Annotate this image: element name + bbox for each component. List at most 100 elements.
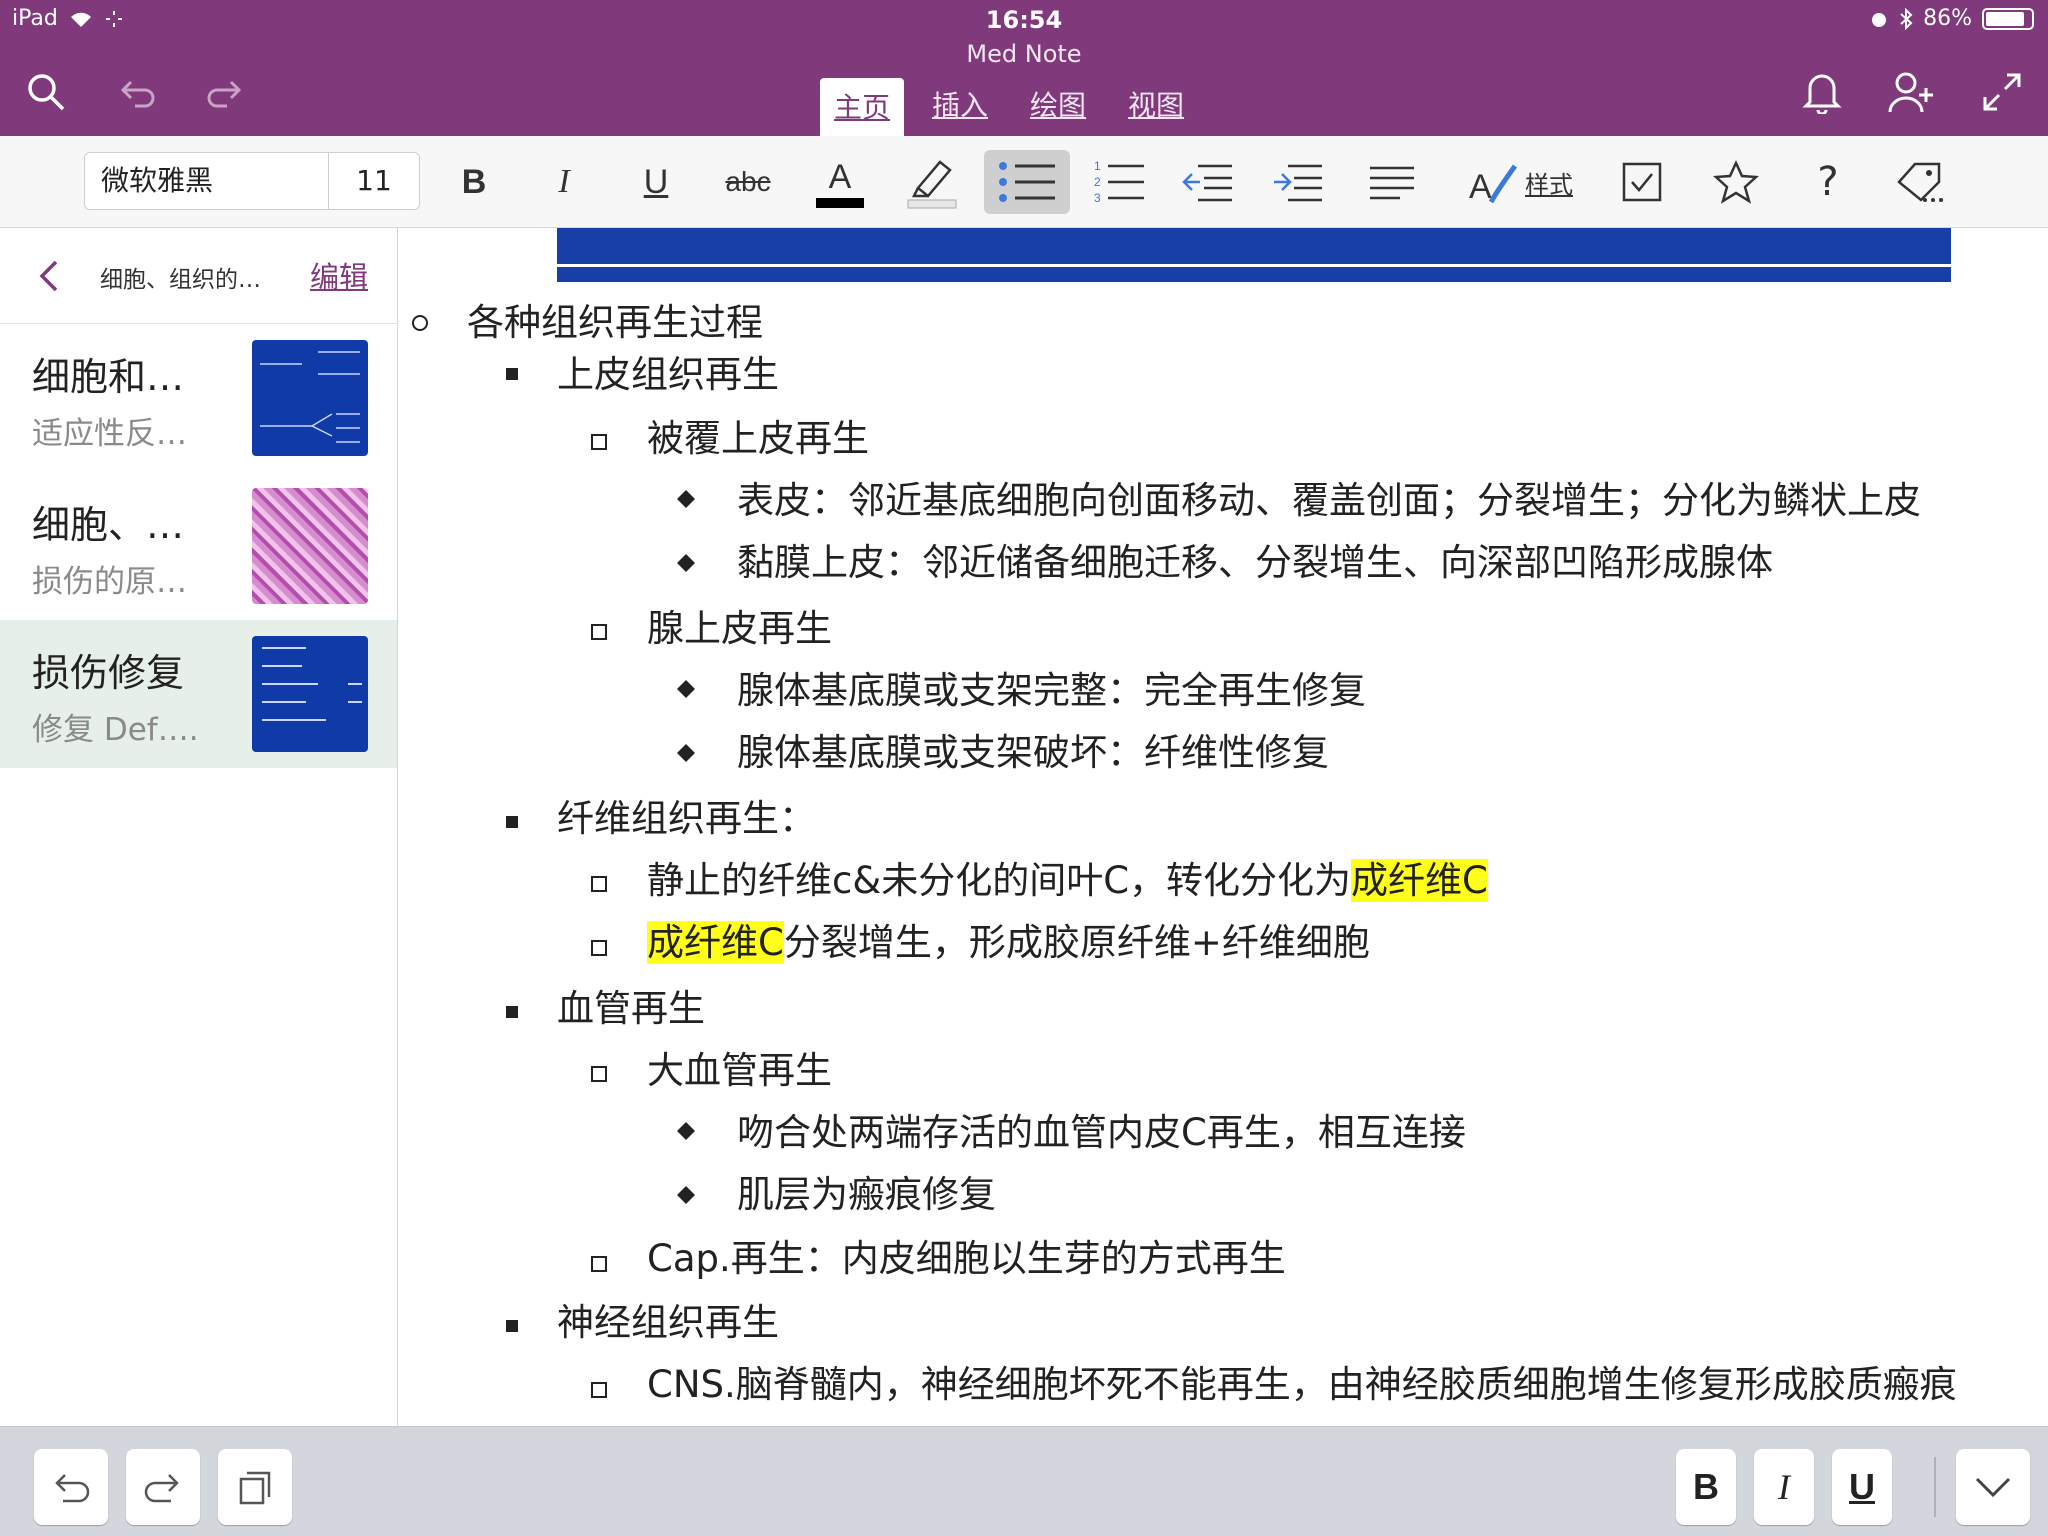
tag-icon[interactable] (1888, 150, 1952, 214)
battery-fill (1986, 11, 2024, 26)
svg-text:2: 2 (1094, 175, 1101, 189)
outline-item-nerve[interactable]: 神经组织再生 (557, 1298, 779, 1348)
help-icon[interactable]: ? (1796, 150, 1860, 214)
hollow-square-bullet-icon (591, 1256, 607, 1272)
page-title: 细胞、… (32, 503, 185, 547)
svg-text:3: 3 (1094, 191, 1101, 205)
keyboard-accessory-bar: B I U (0, 1426, 2048, 1536)
hollow-square-bullet-icon (591, 624, 607, 640)
chevron-down-icon[interactable] (1956, 1449, 2030, 1525)
fibroblast-origin-text: 静止的纤维c&未分化的间叶C，转化分化为 (647, 859, 1352, 902)
undo-icon[interactable] (110, 66, 162, 118)
tab-view[interactable]: 视图 (1114, 78, 1198, 136)
underline-key[interactable]: U (1832, 1449, 1892, 1525)
page-title: 损伤修复 (32, 651, 185, 695)
bluetooth-icon (1900, 7, 1913, 30)
sidebar-header: 细胞、组织的… 编辑 (0, 228, 397, 324)
font-size[interactable]: 11 (329, 153, 419, 209)
outline-item-fibroblast-origin[interactable]: 静止的纤维c&未分化的间叶C，转化分化为成纤维C (647, 856, 1488, 906)
tab-home[interactable]: 主页 (820, 78, 905, 136)
diamond-bullet-icon (677, 1122, 695, 1140)
outline-item-anastomosis[interactable]: 吻合处两端存活的血管内皮C再生，相互连接 (737, 1108, 1466, 1158)
outline-item-fibroblast-proliferation[interactable]: 成纤维C分裂增生，形成胶原纤维+纤维细胞 (647, 918, 1370, 968)
back-chevron-icon[interactable] (28, 254, 72, 298)
outline-item-glandular[interactable]: 腺上皮再生 (647, 604, 832, 654)
increase-indent-icon[interactable] (1266, 150, 1330, 214)
banner-rule (557, 264, 1951, 267)
decrease-indent-icon[interactable] (1176, 150, 1240, 214)
align-icon[interactable] (1360, 150, 1424, 214)
svg-text:1: 1 (1094, 159, 1101, 173)
square-bullet-icon (506, 368, 518, 380)
hollow-square-bullet-icon (591, 876, 607, 892)
outline-item-fibrous[interactable]: 纤维组织再生： (557, 794, 816, 844)
highlighted-text: 成纤维C (647, 921, 784, 964)
outline-item-mucosa[interactable]: 黏膜上皮：邻近储备细胞迁移、分裂增生、向深部凹陷形成腺体 (737, 538, 1773, 588)
redo-icon[interactable] (126, 1449, 200, 1525)
styles-label: 样式 (1525, 170, 1573, 199)
fullscreen-icon[interactable] (1976, 66, 2028, 118)
todo-checkbox-icon[interactable] (1610, 150, 1674, 214)
diamond-bullet-icon (677, 680, 695, 698)
font-picker[interactable]: 微软雅黑 11 (84, 152, 420, 210)
outline-item-epidermis[interactable]: 表皮：邻近基底细胞向创面移动、覆盖创面；分裂增生；分化为鳞状上皮 (737, 476, 1921, 526)
page-item[interactable]: 细胞和… 适应性反… (0, 324, 397, 472)
italic-button[interactable]: I (532, 150, 596, 214)
highlighted-text: 成纤维C (1351, 859, 1488, 902)
page-item[interactable]: 细胞、… 损伤的原… (0, 472, 397, 620)
diamond-bullet-icon (677, 554, 695, 572)
outline-item-vessel[interactable]: 血管再生 (557, 984, 705, 1034)
bold-button[interactable]: B (442, 150, 506, 214)
page-thumbnail (252, 488, 368, 604)
page-title: 细胞和… (32, 355, 185, 399)
add-person-icon[interactable] (1886, 66, 1938, 118)
outline-item-gland-intact[interactable]: 腺体基底膜或支架完整：完全再生修复 (737, 666, 1366, 716)
clipboard-icon[interactable] (218, 1449, 292, 1525)
styles-button[interactable]: A 样式 (1454, 150, 1584, 214)
strikethrough-button[interactable]: abc (716, 150, 780, 214)
redo-icon[interactable] (200, 66, 252, 118)
battery-percent: 86% (1923, 6, 1972, 31)
square-bullet-icon (506, 816, 518, 828)
diamond-bullet-icon (677, 744, 695, 762)
alarm-icon (1872, 12, 1887, 27)
numbered-list-icon[interactable]: 1 2 3 (1088, 150, 1152, 214)
outline-item-covering-epithelium[interactable]: 被覆上皮再生 (647, 414, 869, 464)
note-canvas[interactable]: 各种组织再生过程 上皮组织再生 被覆上皮再生 表皮：邻近基底细胞向创面移动、覆盖… (399, 228, 2048, 1426)
outline-heading[interactable]: 各种组织再生过程 (467, 298, 763, 348)
highlighter-icon[interactable] (900, 150, 964, 214)
tab-draw[interactable]: 绘图 (1016, 78, 1100, 136)
undo-icon[interactable] (34, 1449, 108, 1525)
battery-icon (1982, 7, 2034, 30)
outline-item-cns[interactable]: CNS.脑脊髓内，神经细胞坏死不能再生，由神经胶质细胞增生修复形成胶质瘢痕 (647, 1360, 1957, 1410)
underline-button[interactable]: U (624, 150, 688, 214)
edit-button[interactable]: 编辑 (310, 254, 368, 296)
diamond-bullet-icon (677, 1186, 695, 1204)
square-bullet-icon (506, 1320, 518, 1332)
app-title: Med Note (966, 40, 1082, 68)
hollow-square-bullet-icon (591, 434, 607, 450)
search-icon[interactable] (20, 66, 72, 118)
outline-item-gland-broken[interactable]: 腺体基底膜或支架破坏：纤维性修复 (737, 728, 1329, 778)
font-name[interactable]: 微软雅黑 (85, 153, 329, 209)
italic-key[interactable]: I (1754, 1449, 1814, 1525)
hollow-square-bullet-icon (591, 1382, 607, 1398)
bell-icon[interactable] (1796, 66, 1848, 118)
svg-text:A: A (829, 158, 852, 196)
hollow-square-bullet-icon (591, 1066, 607, 1082)
slide-image-banner (557, 228, 1951, 282)
font-color-button[interactable]: A (808, 150, 872, 214)
page-item-selected[interactable]: 损伤修复 修复 Def…. (0, 620, 397, 768)
outline-item-capillary[interactable]: Cap.再生：内皮细胞以生芽的方式再生 (647, 1234, 1286, 1284)
section-title[interactable]: 细胞、组织的… (100, 260, 261, 294)
ribbon-tabs: 主页 插入 绘图 视图 (820, 78, 1198, 136)
page-list-sidebar: 细胞、组织的… 编辑 细胞和… 适应性反… 细胞、… 损伤的原… 损伤修复 修复… (0, 228, 398, 1426)
tab-insert[interactable]: 插入 (918, 78, 1002, 136)
star-icon[interactable] (1704, 150, 1768, 214)
bullet-list-button[interactable] (984, 150, 1070, 214)
outline-item-epithelium[interactable]: 上皮组织再生 (557, 350, 779, 400)
outline-item-large-vessel[interactable]: 大血管再生 (647, 1046, 832, 1096)
outline-item-muscle[interactable]: 肌层为瘢痕修复 (737, 1170, 996, 1220)
hollow-circle-bullet-icon (412, 315, 428, 331)
bold-key[interactable]: B (1676, 1449, 1736, 1525)
